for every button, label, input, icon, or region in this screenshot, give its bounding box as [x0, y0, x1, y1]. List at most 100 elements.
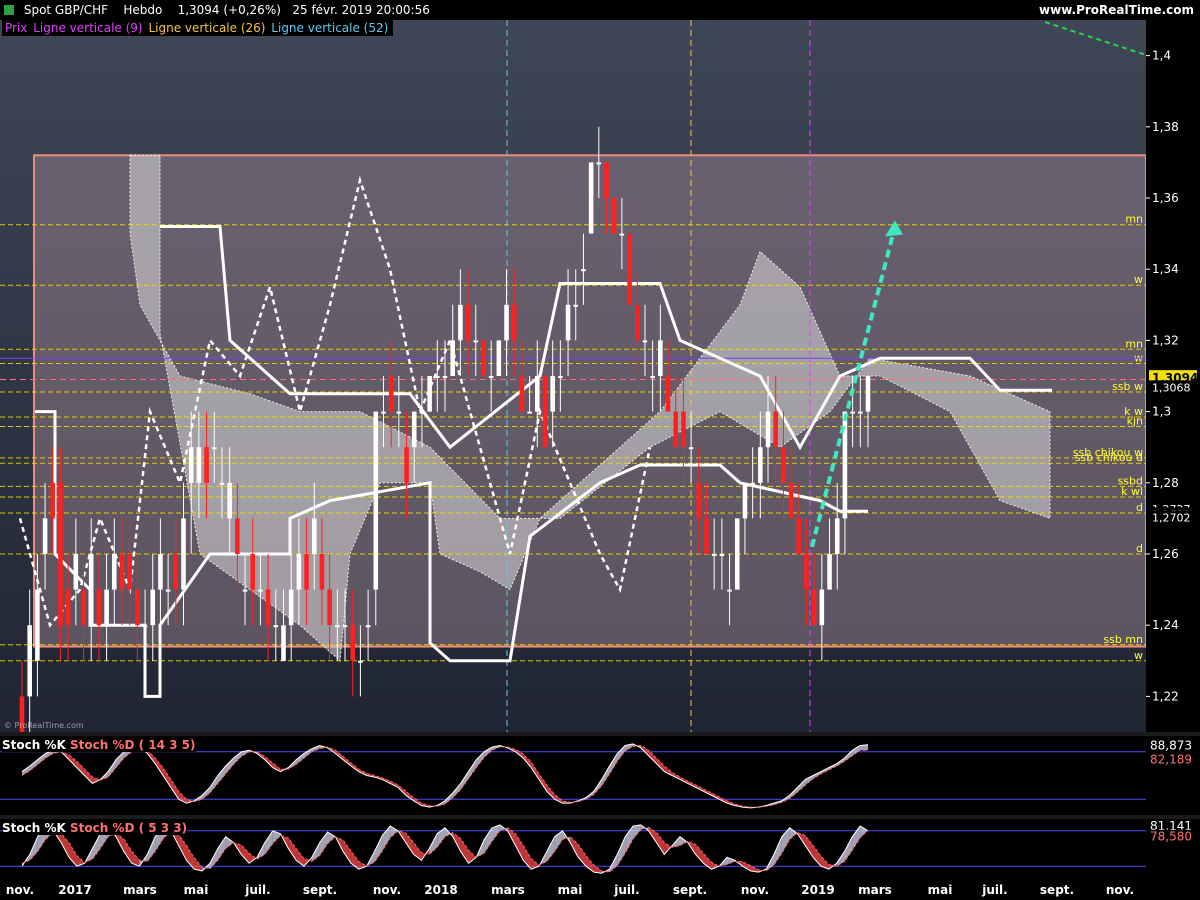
price-tick-label: 1,38: [1152, 120, 1179, 134]
candle-body: [696, 482, 702, 519]
candle-body: [381, 411, 386, 414]
candle-body: [358, 660, 363, 663]
candle-body: [227, 482, 232, 519]
candle-body: [150, 589, 156, 626]
candle-body: [573, 304, 579, 307]
candle-body: [135, 589, 140, 626]
x-axis-label: sept.: [1040, 883, 1074, 897]
candle-body: [588, 162, 594, 234]
candle-body: [535, 376, 540, 412]
x-axis-label: 2017: [58, 883, 91, 897]
candle-body: [96, 589, 102, 626]
candle-body: [319, 554, 325, 590]
side-price-label: 1,3068: [1152, 381, 1191, 394]
x-axis-label: juil.: [244, 883, 270, 897]
candle-body: [404, 447, 409, 483]
x-axis-label: nov.: [373, 883, 401, 897]
candle-body: [781, 447, 786, 483]
legend-vline-9[interactable]: Ligne verticale (9): [33, 21, 142, 35]
candle-body: [258, 589, 263, 592]
candle-body: [581, 269, 586, 272]
candle-body: [565, 304, 571, 341]
x-axis-bg: [0, 878, 1200, 900]
candle-body: [465, 304, 471, 341]
candle-body: [496, 340, 502, 376]
candle-body: [711, 554, 717, 556]
candle-body: [219, 482, 225, 485]
x-axis-label: nov.: [6, 883, 34, 897]
candle-body: [335, 625, 340, 628]
candle-body: [81, 589, 86, 626]
candle-body: [88, 554, 94, 626]
chart-canvas[interactable]: mnwmnwssb wk wkjnssb chikou wssb chikou …: [0, 0, 1200, 900]
stoch1-k-value: 88,873: [1150, 738, 1192, 752]
price-tick-label: 1,3: [1152, 405, 1171, 419]
instrument-title: Spot GBP/CHF: [23, 3, 109, 17]
level-label: k wl: [1121, 485, 1143, 498]
period-label: Hebdo: [123, 3, 163, 17]
price-tick-label: 1,4: [1152, 49, 1171, 63]
candle-body: [188, 447, 194, 483]
candle-body: [173, 554, 179, 590]
stoch2-title[interactable]: Stoch %K Stoch %D ( 5 3 3): [2, 821, 188, 835]
candle-body: [504, 304, 509, 341]
candle-body: [42, 518, 48, 554]
price-tick-label: 1,28: [1152, 476, 1179, 490]
candle-body: [665, 376, 671, 412]
legend-price[interactable]: Prix: [5, 21, 27, 35]
brand-url[interactable]: www.ProRealTime.com: [1039, 0, 1194, 20]
candle-body: [796, 518, 802, 554]
candle-body: [435, 376, 440, 378]
candle-body: [627, 233, 632, 305]
candle-body: [519, 376, 525, 412]
candle-body: [527, 411, 532, 414]
chart-window: mn w mn w ssb wk w kjn ssb chikou w ssb chikou …: [0, 0, 1200, 900]
x-axis-label: 2019: [801, 883, 834, 897]
candle-body: [419, 411, 425, 414]
candle-body: [311, 518, 317, 554]
level-label: kjn: [1127, 415, 1143, 428]
candle-body: [473, 340, 479, 343]
price-tick-label: 1,22: [1152, 689, 1179, 703]
price-tick-label: 1,36: [1152, 191, 1179, 205]
candle-body: [211, 447, 217, 450]
candle-body: [542, 376, 548, 448]
legend-vline-52[interactable]: Ligne verticale (52): [271, 21, 388, 35]
candle-body: [811, 589, 817, 626]
stoch2-d-value: 78,580: [1150, 830, 1192, 844]
candle-body: [273, 625, 279, 628]
candle-body: [642, 340, 648, 343]
candle-body: [758, 447, 763, 483]
price-tick-label: 1,24: [1152, 618, 1179, 632]
candle-body: [265, 589, 271, 626]
candle-body: [158, 554, 163, 590]
candle-body: [442, 376, 448, 378]
candle-body: [704, 518, 709, 554]
candle-body: [350, 625, 355, 661]
level-label: d: [1136, 542, 1143, 555]
candle-body: [765, 411, 771, 448]
candle-body: [35, 589, 40, 661]
candle-body: [27, 625, 32, 697]
stoch1-title[interactable]: Stoch %K Stoch %D ( 14 3 5): [2, 738, 196, 752]
candle-body: [288, 589, 294, 626]
legend-vline-26[interactable]: Ligne verticale (26): [148, 21, 265, 35]
x-axis-label: 2018: [424, 883, 457, 897]
level-label: ssb chikou d: [1075, 451, 1143, 464]
candle-body: [204, 447, 209, 483]
candle-body: [165, 589, 171, 592]
price-tick-label: 1,26: [1152, 547, 1179, 561]
candle-body: [242, 589, 248, 592]
candle-body: [865, 376, 871, 412]
candle-body: [458, 304, 463, 341]
candle-body: [488, 376, 494, 378]
candle-body: [604, 162, 609, 198]
candle-body: [142, 625, 148, 628]
candle-body: [619, 233, 625, 236]
candle-body: [388, 376, 394, 412]
candle-body: [427, 376, 432, 412]
last-price: 1,3094 (+0,26%): [177, 3, 281, 17]
candle-body: [112, 554, 117, 590]
level-label: w: [1134, 273, 1143, 286]
chart-icon: [4, 5, 14, 15]
